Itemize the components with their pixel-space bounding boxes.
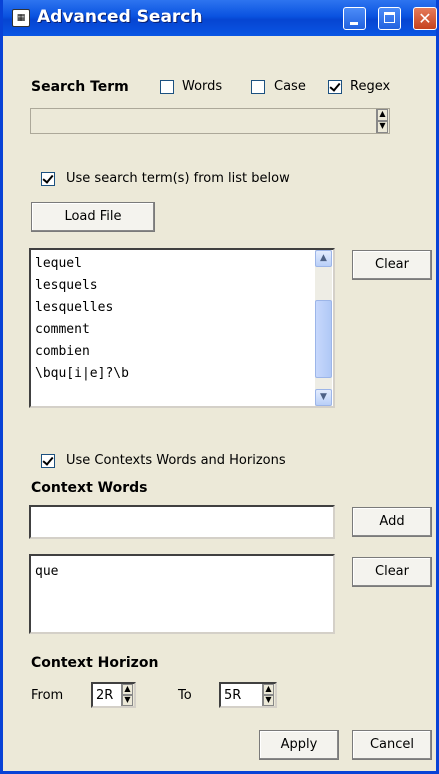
context-word-list[interactable]: que	[29, 554, 335, 634]
to-horizon-stepper[interactable]: ▲ ▼	[262, 684, 275, 706]
regex-checkbox[interactable]	[328, 80, 342, 94]
spinner-down-icon[interactable]: ▼	[377, 121, 388, 133]
to-label: To	[178, 688, 192, 703]
list-item[interactable]: lesquelles	[35, 300, 113, 315]
spinner-up-icon[interactable]: ▲	[377, 109, 388, 121]
case-label: Case	[274, 79, 306, 94]
apply-button[interactable]: Apply	[259, 730, 339, 760]
maximize-icon	[384, 12, 395, 23]
regex-label: Regex	[350, 79, 391, 94]
advanced-search-window: ▦ Advanced Search ✕ Search Term Words Ca…	[0, 0, 439, 774]
stepper-up-icon[interactable]: ▲	[122, 684, 133, 695]
load-file-button[interactable]: Load File	[31, 202, 155, 232]
window-title: Advanced Search	[37, 7, 203, 27]
minimize-icon	[350, 22, 358, 25]
case-checkbox[interactable]	[251, 80, 265, 94]
list-item[interactable]: combien	[35, 344, 90, 359]
clear-context-words-button[interactable]: Clear	[352, 557, 432, 587]
list-item[interactable]: \bqu[i|e]?\b	[35, 366, 129, 381]
stepper-down-icon[interactable]: ▼	[122, 695, 133, 706]
minimize-button[interactable]	[343, 7, 366, 30]
term-list[interactable]: lequel lesquels lesquelles comment combi…	[29, 248, 335, 408]
list-item[interactable]: que	[35, 564, 58, 579]
list-item[interactable]: lesquels	[35, 278, 98, 293]
app-icon: ▦	[12, 9, 30, 27]
use-contexts-label: Use Contexts Words and Horizons	[66, 453, 286, 468]
use-term-list-label: Use search term(s) from list below	[66, 171, 290, 186]
list-item[interactable]: comment	[35, 322, 90, 337]
words-checkbox[interactable]	[160, 80, 174, 94]
search-term-label: Search Term	[31, 79, 129, 95]
from-horizon-stepper[interactable]: ▲ ▼	[121, 684, 134, 706]
stepper-up-icon[interactable]: ▲	[263, 684, 274, 695]
context-word-input[interactable]	[29, 505, 335, 539]
close-button[interactable]: ✕	[413, 7, 437, 30]
stepper-down-icon[interactable]: ▼	[263, 695, 274, 706]
cancel-button[interactable]: Cancel	[352, 730, 432, 760]
words-label: Words	[182, 79, 223, 94]
term-list-scrollbar[interactable]: ▲ ▼	[315, 250, 332, 406]
from-horizon-value: 2R	[96, 688, 114, 703]
to-horizon-value: 5R	[224, 688, 242, 703]
from-horizon-spinner[interactable]: 2R ▲ ▼	[91, 682, 136, 708]
use-contexts-checkbox[interactable]	[41, 454, 55, 468]
scroll-up-icon[interactable]: ▲	[315, 250, 332, 267]
to-horizon-spinner[interactable]: 5R ▲ ▼	[219, 682, 277, 708]
scroll-thumb[interactable]	[315, 300, 332, 378]
search-term-spinner[interactable]: ▲ ▼	[376, 109, 389, 133]
use-term-list-checkbox[interactable]	[41, 172, 55, 186]
scroll-down-icon[interactable]: ▼	[315, 389, 332, 406]
title-bar[interactable]: ▦ Advanced Search ✕	[3, 0, 437, 36]
maximize-button[interactable]	[378, 7, 401, 30]
close-icon: ✕	[418, 9, 432, 28]
clear-terms-button[interactable]: Clear	[352, 250, 432, 280]
add-context-word-button[interactable]: Add	[352, 507, 432, 537]
context-words-heading: Context Words	[31, 480, 148, 496]
list-item[interactable]: lequel	[35, 256, 82, 271]
context-horizon-heading: Context Horizon	[31, 655, 159, 671]
search-term-input[interactable]: ▲ ▼	[30, 108, 390, 134]
from-label: From	[31, 688, 64, 703]
